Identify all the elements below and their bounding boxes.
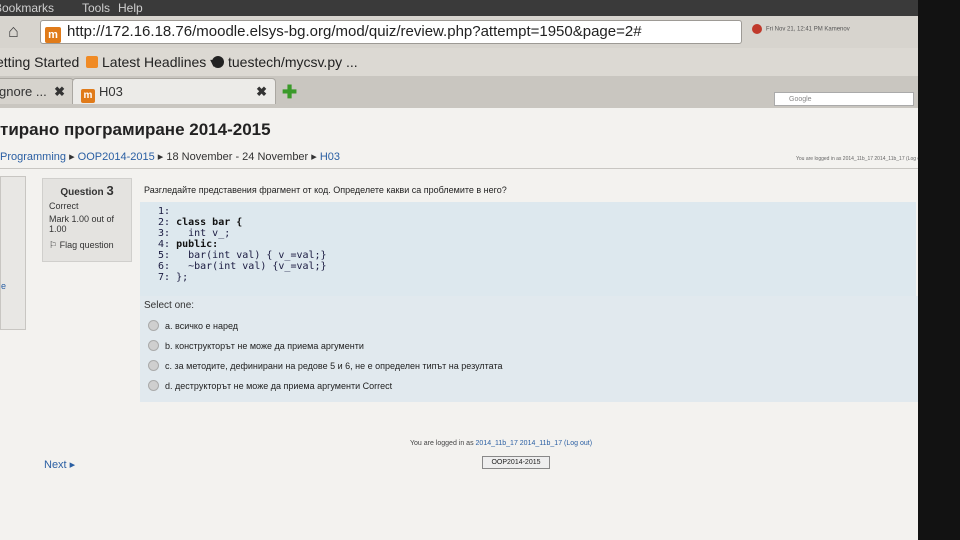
option-text: конструкторът не може да приема аргумент… [175, 341, 364, 351]
logout-link[interactable]: (Log out) [564, 440, 592, 447]
bookmarks-bar: etting Started Latest Headlines ▾ tueste… [0, 48, 930, 78]
answer-option-c[interactable]: c. за методите, дефинирани на редове 5 и… [148, 360, 503, 371]
flag-question-label: Flag question [59, 240, 114, 250]
code-block: 1: 2: class bar {3: int v_; 4: public: 5: … [140, 202, 916, 302]
option-text: за методите, дефинирани на редове 5 и 6,… [174, 361, 503, 371]
line-number: 7: [158, 272, 177, 283]
code-line: 2: class bar { [158, 217, 327, 228]
user-profile-link[interactable]: 2014_11b_17 2014_11b_17 [476, 440, 563, 447]
radio-button[interactable] [148, 360, 159, 371]
code-line: 6: ~bar(int val) {v_=val;} [158, 261, 327, 272]
bookmark-latest-headlines[interactable]: Latest Headlines ▾ [86, 54, 217, 71]
radio-button[interactable] [148, 340, 159, 351]
footer-login-info: You are logged in as 2014_11b_17 2014_11… [410, 440, 592, 447]
code-text: public: [176, 239, 219, 250]
question-text: Разгледайте представения фрагмент от код… [144, 185, 507, 195]
breadcrumb-course[interactable]: OOP2014-2015 [78, 151, 155, 163]
question-info-box: Question 3 Correct Mark 1.00 out of 1.00… [42, 178, 132, 262]
option-text: всичко е наред [175, 321, 239, 331]
answer-option-d[interactable]: d. деструкторът не може да приема аргуме… [148, 380, 392, 391]
bookmark-github[interactable]: tuestech/mycsv.py ... [212, 54, 358, 70]
code-text: class bar { [176, 217, 243, 228]
code-line: 1: [158, 206, 327, 217]
radio-button[interactable] [148, 380, 159, 391]
line-number: 3: [158, 228, 177, 239]
line-number: 2: [158, 217, 177, 228]
breadcrumb-separator-icon: ▸ [69, 151, 78, 163]
answer-block: Select one: a. всичко е наред b. констру… [140, 296, 920, 402]
flag-question[interactable]: ⚐ Flag question [49, 240, 125, 251]
next-page-link[interactable]: Next ▸ [44, 458, 75, 471]
code-text: int v_; [176, 228, 231, 239]
code-text: }; [176, 272, 189, 283]
url-text: http://172.16.18.76/moodle.elsys-bg.org/… [67, 23, 642, 40]
tab-h03-label: H03 [99, 84, 123, 99]
option-letter: a. [165, 321, 173, 331]
menu-tools[interactable]: Tools [82, 1, 110, 15]
home-icon[interactable]: ⌂ [8, 20, 30, 42]
breadcrumb-week[interactable]: 18 November - 24 November [166, 151, 308, 163]
question-number: Question 3 [49, 183, 125, 198]
code-text: ~bar(int val) {v_=val;} [176, 261, 327, 272]
system-tray: Fri Nov 21, 12:41 PM Kamenov [752, 24, 922, 40]
question-number-value: 3 [106, 183, 114, 198]
tab-ignore[interactable]: gnore ... ✖ [0, 78, 74, 104]
select-one-label: Select one: [144, 300, 195, 311]
line-number: 5: [158, 250, 177, 261]
bookmark-getting-started[interactable]: etting Started [0, 54, 79, 70]
navigation-toolbar: ⌂ m http://172.16.18.76/moodle.elsys-bg.o… [0, 16, 930, 49]
question-state: Correct [49, 201, 79, 211]
divider [0, 168, 920, 169]
option-letter: c. [165, 361, 173, 371]
code-lines: 1: 2: class bar {3: int v_; 4: public: 5: … [158, 206, 327, 283]
page-title: тирано програмиране 2014-2015 [0, 120, 271, 139]
breadcrumb-separator-icon: ▸ [311, 151, 320, 163]
bookmark-latest-headlines-label: Latest Headlines ▾ [102, 54, 218, 70]
tab-h03[interactable]: m H03 ✖ [72, 78, 276, 104]
tray-text: Fri Nov 21, 12:41 PM Kamenov [766, 26, 850, 33]
code-line: 5: bar(int val) { v_=val;} [158, 250, 327, 261]
menu-help[interactable]: Help [118, 1, 143, 15]
question-label: Question [60, 187, 104, 198]
github-icon [212, 56, 224, 68]
logged-in-prefix: You are logged in as [410, 440, 474, 447]
answer-option-a[interactable]: a. всичко е наред [148, 320, 238, 331]
option-letter: d. [165, 381, 173, 391]
moodle-tab-icon: m [81, 89, 95, 103]
flag-icon: ⚐ [49, 240, 58, 250]
record-icon [752, 24, 762, 34]
course-home-button[interactable]: OOP2014-2015 [482, 456, 550, 469]
search-input[interactable]: Google [774, 92, 914, 106]
option-text: деструкторът не може да приема аргументи… [175, 381, 393, 391]
login-info-header: You are logged in as 2014_11b_17 2014_11… [796, 156, 927, 162]
new-tab-icon[interactable]: ✚ [282, 82, 297, 103]
breadcrumb: Programming ▸ OOP2014-2015 ▸ 18 November… [0, 150, 340, 163]
code-line: 3: int v_; [158, 228, 327, 239]
close-tab-icon[interactable]: ✖ [256, 79, 267, 104]
line-number: 6: [158, 261, 177, 272]
breadcrumb-programming[interactable]: Programming [0, 151, 66, 163]
radio-button[interactable] [148, 320, 159, 331]
url-bar[interactable]: m http://172.16.18.76/moodle.elsys-bg.org… [40, 20, 742, 44]
code-line: 7: }; [158, 272, 327, 283]
code-line: 4: public: [158, 239, 327, 250]
moodle-page: тирано програмиране 2014-2015 Programmin… [0, 108, 930, 540]
rss-icon [86, 56, 98, 68]
monitor-bezel [918, 0, 960, 540]
bookmark-github-label: tuestech/mycsv.py ... [228, 54, 358, 70]
code-text: bar(int val) { v_=val;} [176, 250, 327, 261]
answer-option-b[interactable]: b. конструкторът не може да приема аргум… [148, 340, 364, 351]
browser-window: Bookmarks Tools Help ⌂ m http://172.16.18… [0, 0, 960, 540]
moodle-favicon-icon: m [45, 27, 61, 43]
question-mark: Mark 1.00 out of 1.00 [49, 214, 115, 234]
option-letter: b. [165, 341, 173, 351]
quiz-nav-link[interactable]: e [1, 281, 6, 291]
close-tab-icon[interactable]: ✖ [54, 79, 65, 104]
breadcrumb-h03[interactable]: H03 [320, 151, 340, 163]
line-number: 4: [158, 239, 177, 250]
quiz-navigation-panel: e [0, 176, 26, 330]
menu-bookmarks[interactable]: Bookmarks [0, 1, 54, 15]
tab-ignore-label: gnore ... [0, 84, 47, 99]
line-number: 1: [158, 206, 177, 217]
